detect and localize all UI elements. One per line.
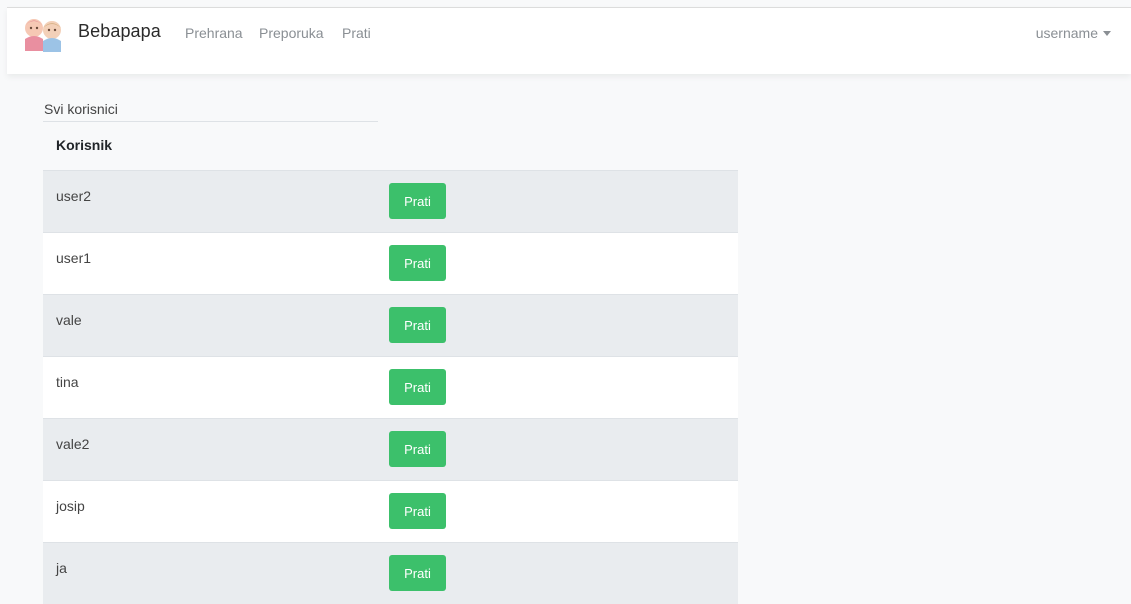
nav-link-prehrana[interactable]: Prehrana [185, 25, 243, 41]
user-name: vale2 [56, 436, 90, 452]
caret-down-icon [1103, 31, 1111, 36]
table-row: tina Prati [43, 356, 738, 418]
navbar: Bebapapa Prehrana Preporuka Prati userna… [7, 7, 1131, 74]
follow-button[interactable]: Prati [389, 245, 446, 281]
brand-name[interactable]: Bebapapa [78, 21, 161, 42]
table-row: vale Prati [43, 294, 738, 356]
title-divider [43, 121, 378, 122]
users-table: user2 Prati user1 Prati vale Prati tina … [43, 170, 738, 604]
table-row: user2 Prati [43, 170, 738, 232]
follow-button[interactable]: Prati [389, 555, 446, 591]
user-name: tina [56, 374, 79, 390]
follow-button[interactable]: Prati [389, 307, 446, 343]
babies-logo-icon[interactable] [21, 15, 65, 53]
table-row: josip Prati [43, 480, 738, 542]
table-row: vale2 Prati [43, 418, 738, 480]
follow-button[interactable]: Prati [389, 183, 446, 219]
page-title: Svi korisnici [44, 101, 118, 117]
user-name: vale [56, 312, 82, 328]
follow-button[interactable]: Prati [389, 431, 446, 467]
user-name: josip [56, 498, 85, 514]
user-menu-label: username [1035, 25, 1098, 41]
table-row: ja Prati [43, 542, 738, 604]
user-name: user1 [56, 250, 92, 266]
follow-button[interactable]: Prati [389, 369, 446, 405]
user-name: ja [56, 560, 67, 576]
table-row: user1 Prati [43, 232, 738, 294]
nav-link-preporuka[interactable]: Preporuka [259, 25, 324, 41]
user-menu-dropdown[interactable]: username [1036, 25, 1111, 41]
column-header-korisnik: Korisnik [56, 137, 113, 153]
nav-link-prati[interactable]: Prati [342, 25, 371, 41]
user-name: user2 [56, 188, 92, 204]
follow-button[interactable]: Prati [389, 493, 446, 529]
